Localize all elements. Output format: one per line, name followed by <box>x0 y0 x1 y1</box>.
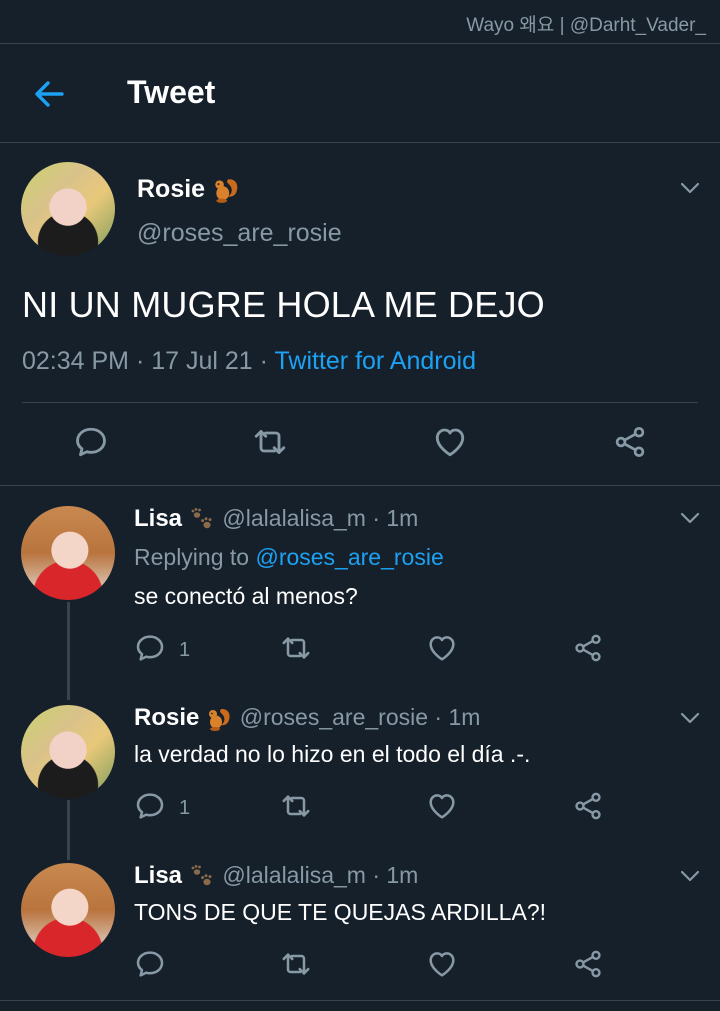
back-button[interactable] <box>30 76 70 112</box>
page-title: Tweet <box>127 74 216 110</box>
replying-prefix: Replying to <box>134 544 250 570</box>
header: Tweet <box>0 44 720 143</box>
author-name[interactable]: Lisa <box>134 862 182 889</box>
squirrel-icon <box>211 175 241 205</box>
retweet-icon[interactable] <box>280 948 312 980</box>
tweet-date: 17 Jul 21 <box>151 347 253 375</box>
squirrel-icon <box>205 705 233 733</box>
author-handle[interactable]: @roses_are_rosie <box>137 219 342 248</box>
tweet-time: 02:34 PM <box>22 347 130 375</box>
reply-header: Lisa @lalalalisa_m · 1m <box>134 505 418 534</box>
reply-icon[interactable] <box>134 948 166 980</box>
reply-header: Lisa @lalalalisa_m · 1m <box>134 862 418 891</box>
meta-separator: · <box>372 505 380 531</box>
divider <box>0 485 720 486</box>
avatar[interactable] <box>21 162 115 256</box>
like-icon[interactable] <box>426 790 458 822</box>
chevron-down-icon[interactable] <box>678 710 702 726</box>
reply-count: 1 <box>179 639 191 661</box>
divider <box>0 1000 720 1001</box>
tweet-text: TONS DE QUE TE QUEJAS ARDILLA?! <box>134 899 547 925</box>
paw-prints-icon <box>188 506 216 534</box>
tweet-age: 1m <box>386 862 419 888</box>
divider <box>22 402 698 403</box>
author-name-label: Rosie <box>137 175 206 203</box>
paw-prints-icon <box>188 863 216 891</box>
watermark: Wayo 왜요 | @Darht_Vader_ <box>466 15 706 36</box>
author-handle[interactable]: @roses_are_rosie <box>240 704 428 730</box>
thread-line <box>67 800 70 860</box>
mention-link[interactable]: @roses_are_rosie <box>255 544 443 570</box>
tweet-client[interactable]: Twitter for Android <box>275 347 476 375</box>
reply-header: Rosie @roses_are_rosie · 1m <box>134 704 480 733</box>
chevron-down-icon[interactable] <box>678 868 702 884</box>
reply-icon[interactable] <box>73 424 109 460</box>
share-icon[interactable] <box>572 632 604 664</box>
replying-to: Replying to @roses_are_rosie <box>134 544 444 571</box>
meta-separator: · <box>135 347 145 375</box>
reply-icon[interactable] <box>134 790 166 822</box>
tweet-age: 1m <box>448 704 481 730</box>
like-icon[interactable] <box>426 632 458 664</box>
author-name[interactable]: Lisa <box>134 505 182 532</box>
author-name[interactable]: Rosie <box>137 175 241 205</box>
tweet-text: la verdad no lo hizo en el todo el día .… <box>134 741 531 767</box>
avatar[interactable] <box>21 863 115 957</box>
author-handle[interactable]: @lalalalisa_m <box>222 505 366 531</box>
chevron-down-icon[interactable] <box>678 510 702 526</box>
arrow-left-icon <box>35 81 64 107</box>
like-icon[interactable] <box>432 424 468 460</box>
avatar[interactable] <box>21 705 115 799</box>
like-icon[interactable] <box>426 948 458 980</box>
thread-line <box>67 602 70 700</box>
reply-count: 1 <box>179 797 191 819</box>
retweet-icon[interactable] <box>280 632 312 664</box>
tweet-text: NI UN MUGRE HOLA ME DEJO <box>22 284 545 325</box>
reply-icon[interactable] <box>134 632 166 664</box>
share-icon[interactable] <box>572 790 604 822</box>
retweet-icon[interactable] <box>252 424 288 460</box>
tweet-meta: 02:34 PM · 17 Jul 21 · Twitter for Andro… <box>22 347 476 376</box>
share-icon[interactable] <box>572 948 604 980</box>
share-icon[interactable] <box>612 424 648 460</box>
avatar[interactable] <box>21 506 115 600</box>
retweet-icon[interactable] <box>280 790 312 822</box>
tweet-age: 1m <box>386 505 419 531</box>
meta-separator: · <box>434 704 443 730</box>
author-name[interactable]: Rosie <box>134 704 199 731</box>
meta-separator: · <box>372 862 380 888</box>
chevron-down-icon[interactable] <box>678 180 702 196</box>
tweet-text: se conectó al menos? <box>134 583 358 609</box>
author-handle[interactable]: @lalalalisa_m <box>222 862 366 888</box>
meta-separator: · <box>259 347 268 375</box>
